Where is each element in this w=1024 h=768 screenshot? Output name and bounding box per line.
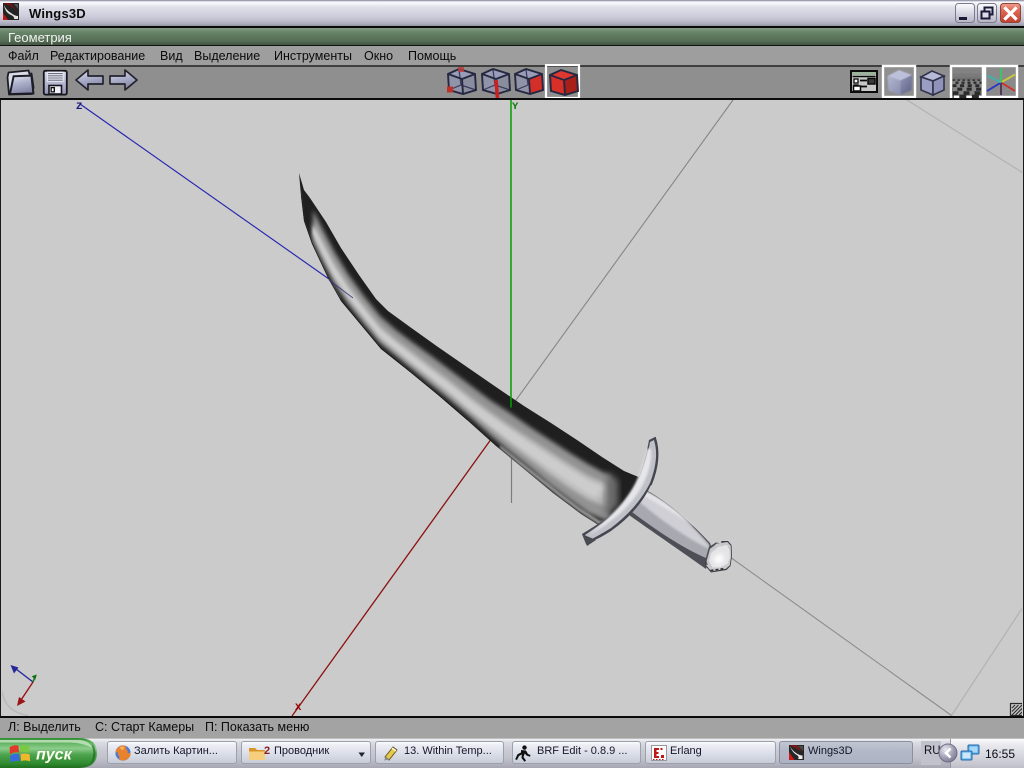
svg-text:Z: Z: [76, 101, 82, 113]
svg-text:Y: Y: [512, 101, 519, 113]
svg-text:X: X: [295, 702, 302, 714]
svg-text:16:55: 16:55: [985, 747, 1015, 761]
svg-text:пуск: пуск: [36, 747, 73, 764]
